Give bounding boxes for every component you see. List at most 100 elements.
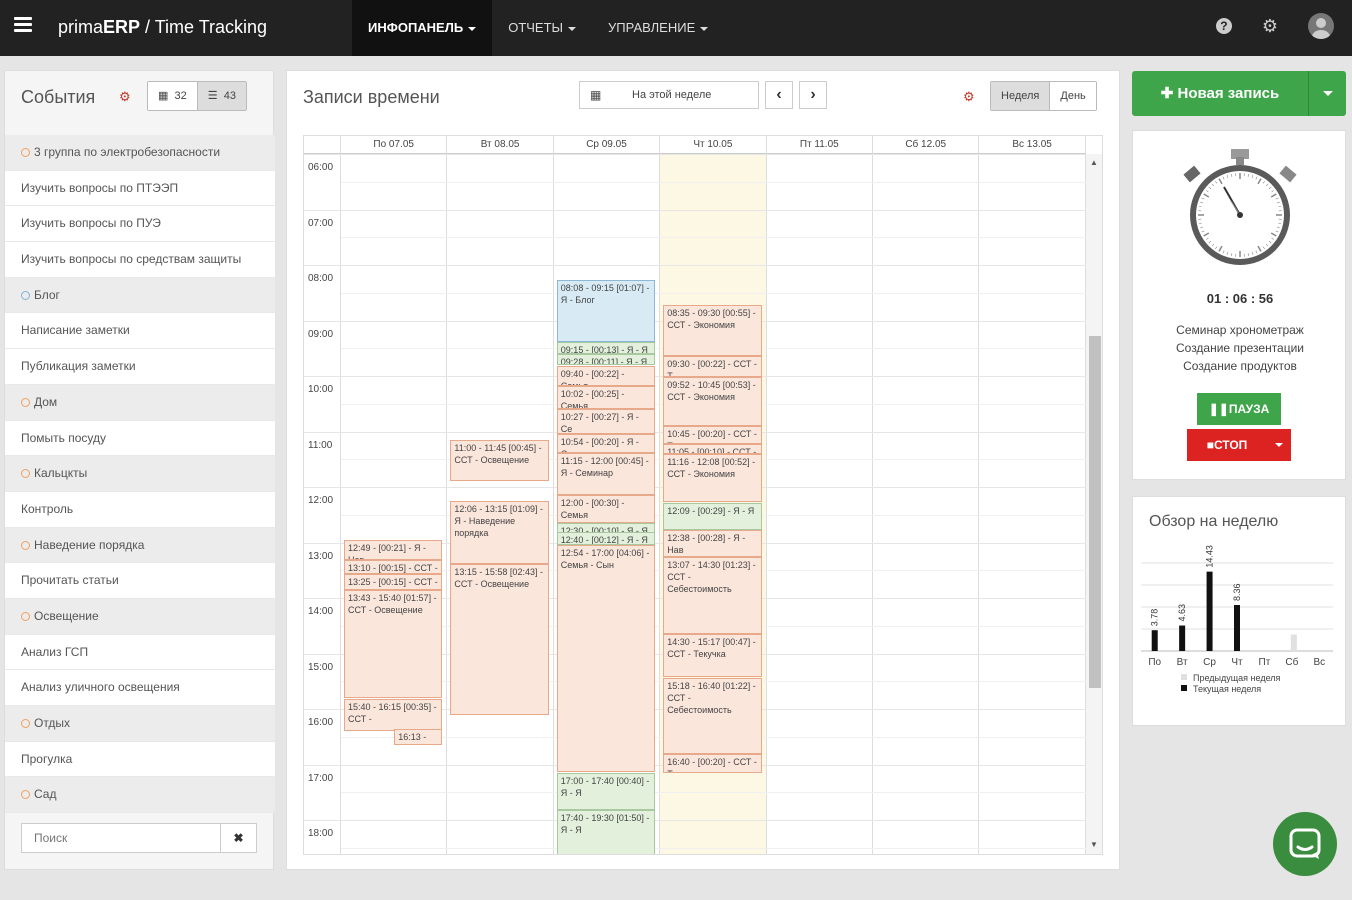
calendar-scrollbar[interactable]: ▲ ▼ — [1086, 154, 1102, 854]
event-item[interactable]: Изучить вопросы по ПУЭ — [5, 206, 275, 243]
running-task: Семинар хронометраж — [1176, 323, 1304, 337]
hamburger-menu-icon[interactable] — [14, 17, 32, 33]
time-entry[interactable]: 12:40 - [00:12] - Я - Я — [556, 532, 656, 545]
menu-reports[interactable]: ОТЧЕТЫ — [492, 0, 592, 56]
next-week-button[interactable]: › — [799, 81, 827, 109]
event-group[interactable]: Отдых — [5, 706, 275, 742]
time-entry[interactable]: 16:13 - [00 — [394, 729, 443, 745]
settings-gear-icon[interactable]: ⚙ — [1262, 16, 1278, 37]
time-entry[interactable]: 11:16 - 12:08 [00:52] - ССТ - Экономия — [663, 454, 762, 503]
event-item[interactable]: Контроль — [5, 491, 275, 528]
event-item[interactable]: Прочитать статьи — [5, 563, 275, 599]
day-header: Вс 13.05 — [979, 136, 1086, 154]
week-view-button[interactable]: Неделя — [991, 82, 1051, 110]
chat-button[interactable] — [1273, 812, 1337, 876]
event-group[interactable]: Кальцкты — [5, 456, 275, 492]
event-group[interactable]: Сад — [5, 777, 275, 814]
time-entry[interactable]: 15:40 - 16:15 [00:35] - ССТ - — [344, 698, 443, 731]
day-column[interactable] — [873, 154, 980, 854]
event-group[interactable]: Наведение порядка — [5, 527, 275, 564]
event-item[interactable]: Анализ уличного освещения — [5, 670, 275, 706]
time-entry[interactable]: 13:15 - 15:58 [02:43] - ССТ - Освещение — [450, 564, 549, 716]
circle-icon — [21, 397, 30, 407]
time-entry[interactable]: 16:40 - [00:20] - ССТ - Т — [663, 754, 762, 773]
menu-management[interactable]: УПРАВЛЕНИЕ — [592, 0, 724, 56]
event-item[interactable]: Анализ ГСП — [5, 634, 275, 671]
time-entry[interactable]: 11:15 - 12:00 [00:45] - Я - Семинар — [556, 453, 656, 495]
time-entry[interactable]: 12:38 - [00:28] - Я - Нав — [663, 530, 762, 557]
time-entry[interactable]: 13:43 - 15:40 [01:57] - ССТ - Освещение — [344, 590, 443, 699]
time-entry[interactable]: 17:00 - 17:40 [00:40] - Я - Я — [556, 772, 656, 810]
menu-infopanel[interactable]: ИНФОПАНЕЛЬ — [352, 0, 493, 56]
pause-button[interactable]: ❚❚ПАУЗА — [1197, 393, 1281, 425]
event-item[interactable]: Прогулка — [5, 741, 275, 778]
list-view-button[interactable]: ☰ 43 — [197, 82, 247, 110]
time-entry[interactable]: 12:09 - [00:29] - Я - Я — [663, 503, 762, 531]
time-entry[interactable]: 14:30 - 15:17 [00:47] - ССТ - Текучка — [663, 633, 762, 678]
plus-icon: ✚ — [1160, 85, 1174, 102]
stop-button[interactable]: ■СТОП — [1187, 429, 1291, 461]
event-item[interactable]: Написание заметки — [5, 313, 275, 350]
scrollbar-thumb[interactable] — [1089, 336, 1101, 688]
time-entry[interactable]: 13:25 - [00:15] - ССТ - Т — [344, 573, 443, 591]
help-icon[interactable]: ? — [1215, 18, 1232, 34]
time-entry[interactable]: 17:40 - 19:30 [01:50] - Я - Я — [556, 809, 656, 854]
prev-week-button[interactable]: ‹ — [765, 81, 793, 109]
day-column[interactable] — [979, 154, 1086, 854]
event-item[interactable]: Публикация заметки — [5, 349, 275, 385]
time-entry[interactable]: 10:45 - [00:20] - ССТ - Т — [663, 425, 762, 445]
events-search-input[interactable] — [22, 824, 220, 852]
event-item[interactable]: Изучить вопросы по ПТЭЭП — [5, 170, 275, 207]
clear-search-icon[interactable]: ✖ — [220, 824, 256, 852]
time-entry[interactable]: 09:28 - [00:11] - Я - Я — [556, 354, 656, 366]
event-label: Изучить вопросы по ПТЭЭП — [21, 180, 179, 195]
time-entry[interactable]: 10:54 - [00:20] - Я - Се — [556, 433, 656, 454]
event-group[interactable]: 3 группа по электробезопасности — [5, 135, 275, 171]
time-entry[interactable]: 10:02 - [00:25] - Семья — [556, 385, 656, 409]
time-entry[interactable]: 09:30 - [00:22] - ССТ - Т — [663, 356, 762, 377]
caret-down-icon — [1275, 443, 1283, 447]
time-entry[interactable]: 11:05 - [00:10] - ССТ - Т — [663, 444, 762, 455]
event-label: Написание заметки — [21, 323, 130, 338]
stop-dropdown-toggle[interactable] — [1267, 429, 1291, 461]
time-entry[interactable]: 13:07 - 14:30 [01:23] - ССТ - Себестоимо… — [663, 556, 762, 634]
calendar-view-button[interactable]: ▦ 32 — [148, 82, 198, 110]
day-column[interactable] — [341, 154, 448, 854]
event-group[interactable]: Блог — [5, 277, 275, 314]
day-column[interactable] — [767, 154, 873, 854]
calendar-settings-gear-icon[interactable]: ⚙ — [963, 89, 975, 105]
time-entry[interactable]: 09:40 - [00:22] - Семья — [556, 365, 656, 386]
app-brand[interactable]: primaERP / Time Tracking — [58, 17, 267, 38]
events-settings-gear-icon[interactable]: ⚙ — [119, 89, 131, 105]
time-entry[interactable]: 11:00 - 11:45 [00:45] - ССТ - Освещение — [450, 439, 549, 482]
time-entry[interactable]: 12:54 - 17:00 [04:06] - Семья - Сын — [556, 544, 656, 773]
menu-label: ОТЧЕТЫ — [508, 20, 564, 35]
time-entry[interactable]: 09:15 - [00:13] - Я - Я — [556, 342, 656, 355]
new-entry-button[interactable]: ✚ Новая запись — [1132, 71, 1346, 116]
half-hour-line — [341, 292, 1088, 294]
scroll-down-icon[interactable]: ▼ — [1090, 840, 1098, 849]
time-entry[interactable]: 12:00 - [00:30] - Семья — [556, 495, 656, 523]
time-entry[interactable]: 12:06 - 13:15 [01:09] - Я - Наведение по… — [450, 500, 549, 565]
day-header: Чт 10.05 — [660, 136, 767, 154]
new-entry-dropdown-toggle[interactable] — [1308, 71, 1346, 116]
time-entry[interactable]: 12:49 - [00:21] - Я - Нав — [344, 540, 443, 560]
time-entry[interactable]: 10:27 - [00:27] - Я - Се — [556, 408, 656, 434]
time-entry[interactable]: 08:35 - 09:30 [00:55] - ССТ - Экономия — [663, 305, 762, 357]
event-group[interactable]: Освещение — [5, 598, 275, 635]
event-item[interactable]: Изучить вопросы по средствам защиты — [5, 242, 275, 278]
event-item[interactable]: Помыть посуду — [5, 420, 275, 457]
date-range-selector[interactable]: ▦ На этой неделе — [579, 81, 759, 109]
event-group[interactable]: Дом — [5, 384, 275, 421]
scroll-up-icon[interactable]: ▲ — [1090, 158, 1098, 167]
time-entry[interactable]: 08:08 - 09:15 [01:07] - Я - Блог — [556, 280, 656, 343]
stop-square-icon: ■ — [1206, 438, 1214, 452]
event-label: Наведение порядка — [34, 537, 145, 552]
time-entry[interactable]: 09:52 - 10:45 [00:53] - ССТ - Экономия — [663, 376, 762, 426]
time-entry[interactable]: 13:10 - [00:15] - ССТ - Т — [344, 559, 443, 574]
circle-icon — [21, 469, 30, 479]
event-label: Кальцкты — [34, 466, 88, 481]
user-avatar[interactable] — [1308, 13, 1334, 39]
day-view-button[interactable]: День — [1050, 82, 1096, 110]
time-entry[interactable]: 15:18 - 16:40 [01:22] - ССТ - Себестоимо… — [663, 678, 762, 754]
